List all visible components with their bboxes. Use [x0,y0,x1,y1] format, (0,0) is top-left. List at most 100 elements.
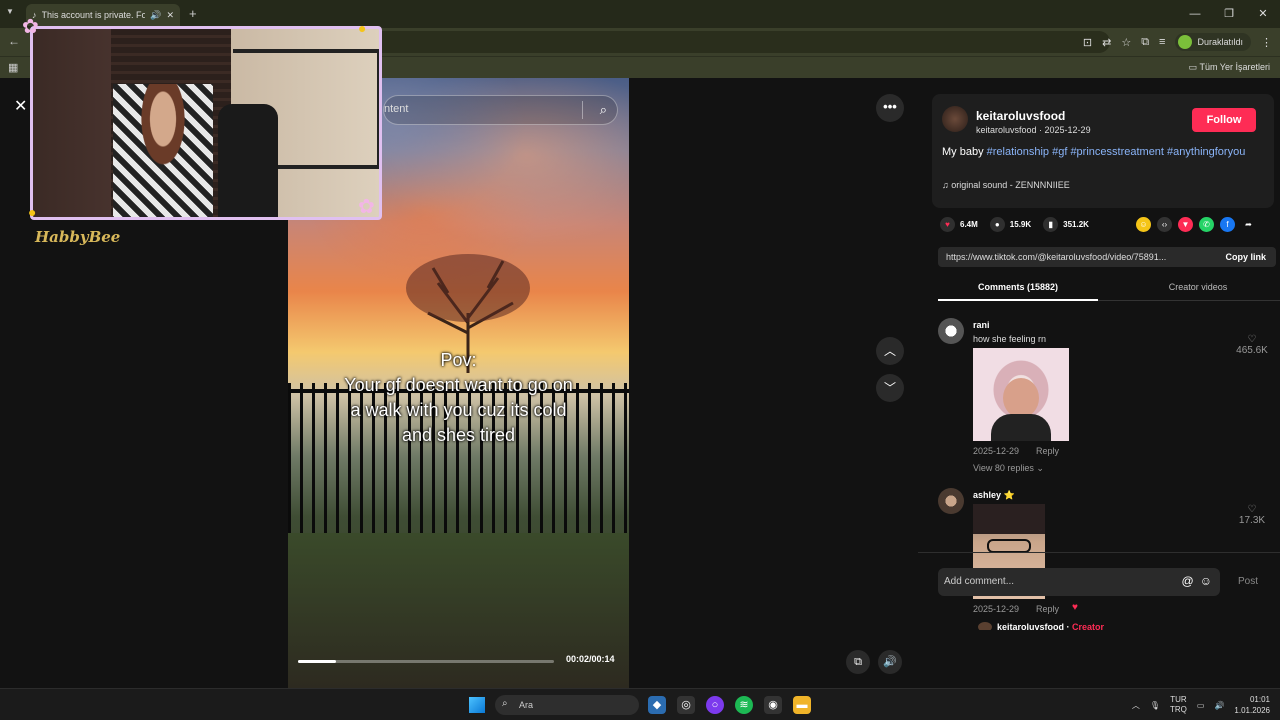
chrome-icon[interactable]: ◉ [764,696,782,714]
grass [288,533,629,688]
close-video-icon[interactable]: ✕ [14,96,27,116]
comment-like[interactable]: ♡ 17.3K [1232,504,1272,526]
hashtag-link[interactable]: #princesstreatment [1070,146,1164,158]
sound-link[interactable]: ♫ original sound - ZENNNNIIEE [942,180,1070,190]
maximize-icon[interactable]: ❐ [1212,0,1246,28]
post-comment-button[interactable]: Post [1238,576,1258,587]
next-video-button[interactable]: ﹀ [876,374,904,402]
apps-grid-icon[interactable]: ▦ [8,61,18,74]
creator-avatar[interactable] [942,106,968,132]
tab-creator-videos[interactable]: Creator videos [1118,282,1278,292]
app-icon[interactable]: ◆ [648,696,666,714]
volume-button[interactable]: 🔊 [878,650,902,674]
comment-input[interactable]: Add comment... @ ☺ [938,568,1220,596]
save-stat[interactable]: ▮ 351.2K [1043,217,1089,232]
all-bookmarks-label: Tüm Yer İşaretleri [1199,62,1270,72]
tray-expand-icon[interactable]: ︿ [1132,700,1140,711]
video-time: 00:02/00:14 [566,654,615,664]
embed-icon[interactable]: ‹› [1157,217,1172,232]
hashtag-link[interactable]: #relationship [987,146,1049,158]
new-tab-icon[interactable]: + [189,6,197,21]
send-icon[interactable]: ▼ [1178,217,1193,232]
previous-video-button[interactable]: ︿ [876,337,904,365]
speaker-icon[interactable]: 🔊 [150,10,161,21]
video-progress-bar[interactable] [298,660,554,663]
emoji-icon[interactable]: ☺ [1200,574,1212,588]
browser-tabbar: ▼ ♪ This account is private. Follo 🔊 ✕ +… [0,0,1280,28]
translate-icon[interactable]: ⇄ [1102,36,1111,49]
composer-divider [918,552,1280,553]
volume-tray-icon[interactable]: 🔊 [1214,701,1224,710]
facebook-icon[interactable]: f [1220,217,1235,232]
creator-username[interactable]: keitaroluvsfood [976,109,1065,123]
commenter-avatar[interactable] [938,318,964,344]
share-link-text[interactable]: https://www.tiktok.com/@keitaroluvsfood/… [946,252,1186,262]
menu-kebab-icon[interactable]: ⋮ [1261,36,1272,49]
comment-stat[interactable]: ● 15.9K [989,217,1032,232]
hashtag-link[interactable]: #gf [1052,146,1067,158]
comment-item: ashley ⭐ 2025-12-29 Reply ♥ keitaroluvsf… [938,488,1278,630]
install-icon[interactable]: ⊡ [1083,36,1092,49]
folder-icon: ▭ [1188,62,1200,72]
comment-count: 15.9K [1009,220,1032,229]
commenter-name[interactable]: rani [973,320,990,330]
chevron-down-icon: ⌄ [1036,463,1044,473]
follow-button[interactable]: Follow [1192,108,1256,132]
system-tray: ︿ 🎙 TUR TRQ ▭ 🔊 01:01 1.01.2026 [1132,689,1280,720]
media-icon[interactable]: ≡ [1159,36,1165,48]
app-icon[interactable]: ○ [706,696,724,714]
browser-tab[interactable]: ♪ This account is private. Follo 🔊 ✕ [26,4,180,26]
minimize-icon[interactable]: — [1178,0,1212,28]
floating-player-button[interactable]: ⧉ [846,650,870,674]
heart-icon: ♥ [940,217,955,232]
reply-avatar[interactable] [978,622,992,630]
window-close-icon[interactable]: ✕ [1246,0,1280,28]
save-count: 351.2K [1063,220,1089,229]
mic-icon[interactable]: 🎙 [1150,701,1160,710]
creator-subline: keitaroluvsfood · 2025-12-29 [976,125,1091,135]
tab-list-icon[interactable]: ▼ [6,7,14,16]
creator-liked-icon: ♥ [1072,602,1078,613]
language-indicator[interactable]: TUR TRQ [1170,695,1187,715]
taskbar-search[interactable]: ⌕ Ara [495,695,639,715]
file-explorer-icon[interactable]: ▬ [793,696,811,714]
spotify-icon[interactable]: ≋ [735,696,753,714]
creator-tag: Creator [1072,622,1105,630]
share-arrow-icon[interactable]: ➦ [1241,217,1256,232]
tab-comments[interactable]: Comments (15882) [938,282,1098,301]
all-bookmarks-button[interactable]: ▭ Tüm Yer İşaretleri [1189,62,1270,73]
hashtag-link[interactable]: #anythingforyou [1167,146,1245,158]
reply-button[interactable]: Reply [1036,446,1059,456]
mention-icon[interactable]: @ [1182,574,1194,588]
coin-share-icon[interactable]: ☺ [1136,217,1151,232]
reply-button[interactable]: Reply [1036,604,1059,614]
tab-close-icon[interactable]: ✕ [166,10,174,21]
toolbar-actions: ⊡ ⇄ ☆ ⧉ ≡ Duraklatıldı ⋮ [1083,33,1272,51]
caption-line: a walk with you cuz its cold [350,400,567,420]
comment-like[interactable]: ♡ 465.6K [1232,334,1272,356]
network-icon[interactable]: ▭ [1197,701,1205,710]
more-options-button[interactable]: ••• [876,94,904,122]
extensions-icon[interactable]: ⧉ [1141,36,1149,49]
search-icon[interactable]: ⌕ [600,102,607,118]
heart-outline-icon: ♡ [1247,334,1257,345]
commenter-name[interactable]: ashley ⭐ [973,490,1015,501]
bee-icon: ● [358,20,367,36]
view-replies-button[interactable]: View 80 replies ⌄ [973,463,1044,474]
bookmark-star-icon[interactable]: ☆ [1121,36,1131,49]
video-search-box[interactable]: ntent ⌕ [383,95,618,125]
comment-image[interactable] [973,348,1069,441]
like-stat[interactable]: ♥ 6.4M [940,217,978,232]
profile-button[interactable]: Duraklatıldı [1175,33,1251,51]
comment-text: how she feeling rn [973,334,1047,344]
view-replies-label: View 80 replies [973,463,1034,473]
caption-line: and shes tired [401,425,516,445]
windows-start-icon[interactable] [469,697,485,713]
whatsapp-icon[interactable]: ✆ [1199,217,1214,232]
app-icon[interactable]: ◎ [677,696,695,714]
back-icon[interactable]: ← [8,34,20,48]
reply-author[interactable]: keitaroluvsfood · Creator [997,622,1104,630]
copy-link-button[interactable]: Copy link [1225,252,1266,262]
clock[interactable]: 01:01 1.01.2026 [1234,694,1270,716]
commenter-avatar[interactable] [938,488,964,514]
